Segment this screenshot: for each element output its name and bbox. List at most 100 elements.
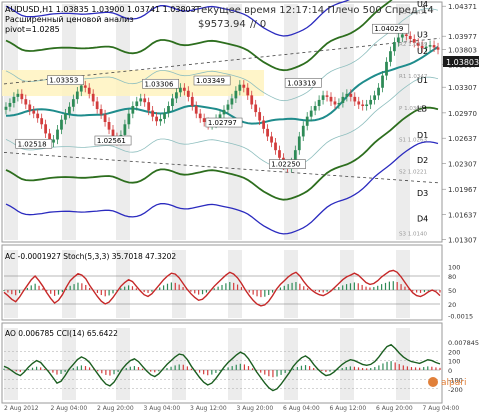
session-band [340, 4, 354, 240]
price-tick-label: 1.01967 [448, 186, 477, 194]
level-label: D4 [417, 215, 428, 224]
candle-body [91, 93, 95, 102]
candle-body [79, 85, 83, 92]
price-tick-label: 1.02307 [448, 160, 477, 168]
analysis-title: Расширенный ценовой анализ [5, 15, 134, 24]
session-band [284, 4, 298, 240]
candle-body [436, 47, 440, 50]
candle-body [230, 98, 234, 105]
session-band [172, 4, 186, 240]
candle-body [198, 113, 202, 119]
candle-body [56, 129, 59, 140]
candle-body [393, 42, 396, 52]
session-band [172, 328, 186, 400]
candle-body [238, 84, 242, 91]
time-axis-label: 6 Aug 20:00 [376, 405, 413, 412]
candle-body [178, 87, 182, 93]
pivot-value: pivot=1.0285 [5, 25, 60, 34]
candle-body [234, 90, 238, 99]
price-annotation: 1.04029 [374, 25, 403, 33]
candle-body [337, 102, 341, 105]
time-axis-label: 2 Aug 20:00 [97, 405, 134, 412]
candle-body [123, 124, 127, 135]
candle-body [60, 119, 63, 130]
candle-body [24, 99, 28, 105]
price-tick-label: 1.02970 [448, 110, 477, 118]
candle-body [385, 61, 388, 76]
price-annotation: 1.03319 [287, 79, 316, 87]
candle-body [349, 93, 353, 97]
candle-body [246, 87, 250, 96]
balance-extra: // 0 [250, 19, 266, 30]
stoch-tick-label: -0.0015 [448, 313, 473, 321]
candle-body [202, 118, 206, 122]
candle-body [135, 101, 139, 107]
candle-body [147, 102, 151, 111]
time-axis-label: 3 Aug 04:00 [144, 405, 181, 412]
candle-body [305, 116, 309, 126]
stoch-label: AC -0.0001927 Stoch(5,3,3) 35.7018 47.32… [5, 252, 176, 261]
candle-body [83, 85, 87, 88]
stoch-tick-label: 50 [448, 287, 456, 295]
candle-body [317, 99, 321, 107]
level-label: D3 [417, 189, 428, 198]
candle-body [131, 106, 135, 114]
candle-body [333, 101, 337, 105]
time-axis-label: 7 Aug 04:00 [423, 405, 460, 412]
candle-body [103, 114, 107, 122]
candle-body [428, 45, 432, 47]
candle-body [44, 124, 48, 134]
candle-body [266, 128, 269, 137]
account-balance: $9573.94 [198, 19, 246, 30]
candle-body [381, 75, 384, 88]
candle-body [341, 96, 345, 103]
candle-body [377, 87, 380, 96]
candle-body [432, 45, 436, 48]
candle-body [64, 113, 67, 120]
candle-body [139, 98, 143, 102]
time-axis-label: 6 Aug 04:00 [283, 405, 320, 412]
candle-body [226, 104, 230, 110]
candle-body [222, 109, 226, 115]
candle-body [258, 112, 262, 121]
candle-body [95, 101, 99, 110]
session-band [340, 250, 354, 318]
candle-body [175, 92, 178, 99]
candle-body [301, 125, 305, 137]
pivot-level-label: S1 1.0263 [399, 138, 427, 144]
candle-body [321, 95, 325, 100]
candle-body [87, 87, 91, 94]
candle-body [36, 113, 40, 119]
candle-body [369, 99, 373, 105]
candle-body [52, 139, 55, 143]
cci-tick-label: 200 [448, 348, 460, 356]
server-time: Текущее время 12:17:14 Плечо 500 Спред 1… [194, 5, 434, 16]
cci-label: AO 0.006785 CCI(14) 65.6422 [5, 329, 118, 338]
candle-body [274, 142, 277, 151]
candle-body [171, 98, 174, 107]
candle-body [40, 118, 44, 125]
price-annotation: 1.03349 [196, 77, 225, 85]
alpari-logo: alpari [428, 377, 466, 388]
cci-tick-label: 100 [448, 358, 460, 366]
pivot-level-label: S2 1.0221 [399, 170, 427, 176]
pivot-level-label: S3 1.0140 [399, 231, 427, 237]
candle-body [151, 110, 155, 117]
level-label: D2 [417, 156, 428, 165]
price-annotation: 1.02518 [18, 140, 47, 148]
trading-chart-window: 1.03353 1.03306 1.03349 1.03319 1.04029 1.025… [0, 0, 500, 413]
candle-body [163, 112, 166, 119]
candle-body [190, 96, 194, 107]
candle-body [99, 109, 103, 115]
level-label: U2 [417, 47, 428, 56]
price-annotation: 1.03306 [144, 80, 173, 88]
candle-body [373, 95, 376, 100]
candle-body [20, 93, 24, 100]
candle-body [75, 91, 79, 100]
level-label: U3 [417, 30, 428, 39]
pivot-level-label: R1 1.0347 [399, 74, 428, 80]
candle-body [309, 110, 313, 117]
candle-body [297, 136, 301, 151]
candle-body [400, 34, 404, 38]
session-band [116, 328, 130, 400]
